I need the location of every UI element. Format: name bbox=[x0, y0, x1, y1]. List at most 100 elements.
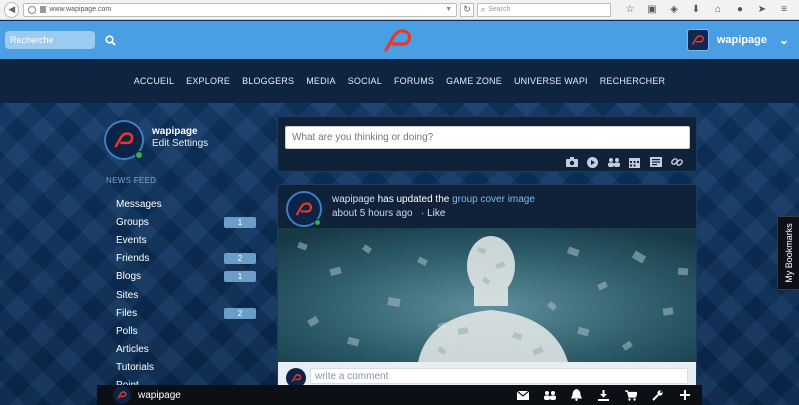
clipboard-icon[interactable]: ▣ bbox=[641, 3, 663, 17]
nav-item-game-zone[interactable]: GAME ZONE bbox=[446, 76, 502, 86]
avatar[interactable] bbox=[104, 120, 144, 160]
url-dropdown-icon[interactable]: ▼ bbox=[445, 6, 452, 13]
sidebar-item-label: Groups bbox=[116, 216, 149, 228]
menu-icon[interactable]: ≡ bbox=[773, 3, 795, 17]
wrench-icon[interactable] bbox=[644, 387, 671, 403]
status-input[interactable]: What are you thinking or doing? bbox=[285, 126, 690, 149]
site-logo[interactable] bbox=[380, 26, 416, 54]
friends-icon[interactable] bbox=[536, 387, 563, 403]
nav-item-forums[interactable]: FORUMS bbox=[394, 76, 434, 86]
download-icon[interactable] bbox=[590, 387, 617, 403]
bookmarks-tab[interactable]: My Bookmarks bbox=[777, 216, 799, 290]
online-status-icon bbox=[314, 219, 321, 226]
group-icon[interactable] bbox=[603, 155, 624, 169]
nav-item-explore[interactable]: EXPLORE bbox=[186, 76, 230, 86]
count-badge: 1 bbox=[224, 271, 256, 283]
post-headline: wapipage has updated the group cover ima… bbox=[332, 194, 535, 205]
browser-search-input[interactable]: ⌕ Search bbox=[476, 2, 611, 17]
browser-search-placeholder: Search bbox=[488, 6, 511, 13]
link-icon[interactable] bbox=[666, 155, 687, 169]
profile-name[interactable]: wapipage bbox=[152, 126, 208, 137]
address-bar[interactable]: www.wapipage.com ▼ bbox=[23, 2, 458, 17]
sidebar-item-tutorials[interactable]: Tutorials bbox=[116, 359, 256, 377]
play-icon[interactable] bbox=[582, 155, 603, 169]
nav-item-media[interactable]: MEDIA bbox=[306, 76, 336, 86]
post-meta: about 5 hours ago · Like bbox=[332, 208, 445, 219]
mail-icon[interactable] bbox=[509, 387, 536, 403]
news-feed-heading: NEWS FEED bbox=[106, 176, 157, 185]
sidebar-item-events[interactable]: Events bbox=[116, 231, 256, 249]
nav-item-social[interactable]: SOCIAL bbox=[348, 76, 382, 86]
news-feed-list: Messages Groups 1 Events Friends 2 Blogs 1 … bbox=[116, 195, 256, 395]
list-icon[interactable] bbox=[645, 155, 666, 169]
reload-button[interactable]: ↻ bbox=[460, 2, 474, 17]
back-button[interactable]: ◀ bbox=[4, 1, 20, 18]
sidebar-item-files[interactable]: Files 2 bbox=[116, 304, 256, 322]
group-cover-link[interactable]: group cover image bbox=[452, 194, 535, 205]
bookmarks-label: My Bookmarks bbox=[783, 223, 794, 283]
search-icon: ⌕ bbox=[480, 4, 486, 14]
post-action-text: has updated the bbox=[374, 194, 453, 205]
nav-item-rechercher[interactable]: RECHERCHER bbox=[600, 76, 666, 86]
edit-settings-link[interactable]: Edit Settings bbox=[152, 138, 208, 149]
like-link[interactable]: Like bbox=[427, 208, 445, 219]
user-menu[interactable]: wapipage ⌄ bbox=[686, 29, 789, 51]
sidebar-item-messages[interactable]: Messages bbox=[116, 195, 256, 213]
bottom-bar: wapipage bbox=[97, 385, 702, 405]
status-composer: What are you thinking or doing? bbox=[277, 116, 697, 172]
sidebar-item-label: Polls bbox=[116, 325, 138, 337]
count-badge: 1 bbox=[224, 216, 256, 228]
feed-post: wapipage has updated the group cover ima… bbox=[277, 184, 697, 405]
sidebar-item-label: Sites bbox=[116, 289, 139, 301]
sidebar-item-label: Friends bbox=[116, 253, 150, 265]
home-icon[interactable]: ⌂ bbox=[707, 3, 729, 17]
sidebar-item-articles[interactable]: Articles bbox=[116, 341, 256, 359]
post-author-link[interactable]: wapipage bbox=[332, 194, 375, 205]
camera-icon[interactable] bbox=[561, 155, 582, 169]
sidebar-item-label: Tutorials bbox=[116, 362, 154, 374]
group-cover-image[interactable] bbox=[278, 228, 696, 362]
download-icon[interactable]: ⬇ bbox=[685, 3, 707, 17]
calendar-icon[interactable] bbox=[624, 155, 645, 169]
avatar bbox=[686, 29, 709, 51]
site-search-input[interactable]: Recherche bbox=[5, 31, 95, 49]
chevron-down-icon[interactable]: ⌄ bbox=[779, 33, 789, 47]
sidebar-item-label: Files bbox=[116, 307, 138, 319]
comment-input[interactable]: write a comment bbox=[310, 368, 688, 384]
avatar[interactable] bbox=[286, 191, 322, 227]
page-info-icon[interactable] bbox=[40, 6, 47, 13]
sidebar-item-label: Blogs bbox=[116, 271, 142, 283]
send-icon[interactable]: ➤ bbox=[751, 3, 773, 17]
header-username: wapipage bbox=[716, 34, 767, 46]
sidebar-item-groups[interactable]: Groups 1 bbox=[116, 213, 256, 231]
site-header: Recherche wapipage ⌄ bbox=[0, 21, 799, 59]
nav-item-bloggers[interactable]: BLOGGERS bbox=[242, 76, 294, 86]
cart-icon[interactable] bbox=[617, 387, 644, 403]
nav-item-accueil[interactable]: ACCUEIL bbox=[134, 76, 174, 86]
main-nav: ACCUEIL EXPLORE BLOGGERS MEDIA SOCIAL FO… bbox=[0, 59, 799, 103]
star-icon[interactable]: ☆ bbox=[619, 3, 641, 17]
count-badge: 2 bbox=[224, 253, 256, 265]
site-search-icon[interactable] bbox=[95, 31, 125, 49]
chat-icon[interactable]: ● bbox=[729, 3, 751, 17]
sidebar-item-label: Messages bbox=[116, 198, 162, 210]
plus-icon[interactable] bbox=[671, 387, 698, 403]
globe-icon bbox=[28, 5, 37, 14]
bottom-username[interactable]: wapipage bbox=[138, 390, 181, 401]
avatar[interactable] bbox=[113, 386, 131, 404]
pocket-icon[interactable]: ◈ bbox=[663, 3, 685, 17]
online-status-icon bbox=[135, 151, 143, 159]
bell-icon[interactable] bbox=[563, 387, 590, 403]
post-timestamp: about 5 hours ago bbox=[332, 208, 413, 219]
browser-toolbar: ◀ www.wapipage.com ▼ ↻ ⌕ Search ☆ ▣ ◈ ⬇ … bbox=[0, 0, 799, 20]
sidebar-item-blogs[interactable]: Blogs 1 bbox=[116, 268, 256, 286]
nav-item-universe-wapi[interactable]: UNIVERSE WAPI bbox=[514, 76, 588, 86]
count-badge: 2 bbox=[224, 307, 256, 319]
sidebar-item-polls[interactable]: Polls bbox=[116, 322, 256, 340]
profile-card: wapipage Edit Settings bbox=[104, 120, 264, 162]
sidebar-item-label: Articles bbox=[116, 344, 149, 356]
url-text: www.wapipage.com bbox=[49, 6, 112, 13]
sidebar-item-sites[interactable]: Sites bbox=[116, 286, 256, 304]
sidebar-item-friends[interactable]: Friends 2 bbox=[116, 250, 256, 268]
sidebar-item-label: Events bbox=[116, 234, 147, 246]
